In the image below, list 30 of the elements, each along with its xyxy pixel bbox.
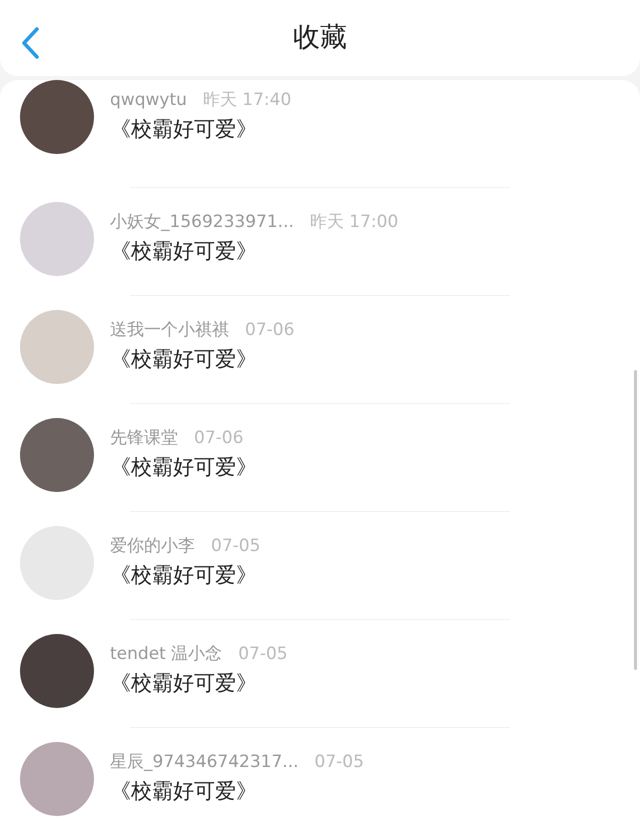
book-title: 《校霸好可爱》	[110, 238, 258, 264]
book-title: 《校霸好可爱》	[110, 454, 257, 480]
post-time: 07-06	[245, 319, 294, 342]
user-name: tendet 温小念	[110, 643, 222, 666]
user-name: 爱你的小李	[110, 535, 195, 558]
post-time: 07-05	[238, 643, 288, 666]
book-title: 《校霸好可爱》	[110, 778, 258, 804]
book-title: 《校霸好可爱》	[110, 346, 258, 372]
favorite-item[interactable]: tendet 温小念 07-05 《校霸好可爱》	[0, 620, 640, 727]
user-name: 小妖女_1569233971...	[110, 211, 294, 234]
favorite-item[interactable]: 先锋课堂 07-06 《校霸好可爱》	[0, 404, 640, 511]
post-time: 昨天 17:40	[202, 89, 292, 112]
favorite-item[interactable]: 送我一个小祺祺 07-06 《校霸好可爱》	[0, 296, 640, 403]
post-time: 昨天 17:00	[310, 211, 398, 234]
book-title: 《校霸好可爱》	[110, 116, 258, 142]
post-time: 07-05	[314, 751, 364, 774]
post-time: 07-05	[211, 535, 260, 558]
page-title: 收藏	[293, 20, 347, 55]
book-title: 《校霸好可爱》	[110, 562, 258, 588]
favorite-item[interactable]: 爱你的小李 07-05 《校霸好可爱》	[0, 512, 640, 619]
user-name: 先锋课堂	[110, 427, 178, 450]
back-icon	[20, 26, 40, 60]
user-name: qwqwytu	[110, 89, 187, 112]
favorite-item[interactable]: 小妖女_1569233971... 昨天 17:00 《校霸好可爱》	[0, 188, 640, 295]
user-name: 送我一个小祺祺	[110, 319, 229, 342]
favorite-item[interactable]: 星辰_974346742317... 07-05 《校霸好可爱》	[0, 728, 640, 833]
user-name: 星辰_974346742317...	[110, 751, 299, 774]
favorite-item[interactable]: qwqwytu 昨天 17:40 《校霸好可爱》	[0, 80, 640, 187]
book-title: 《校霸好可爱》	[110, 670, 258, 696]
post-time: 07-06	[194, 427, 244, 450]
